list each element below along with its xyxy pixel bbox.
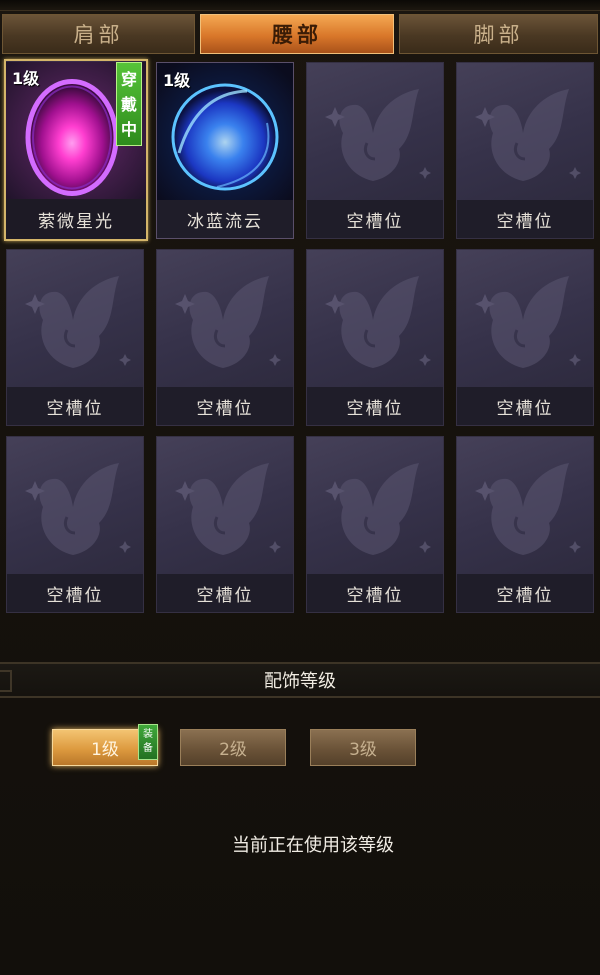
slot-label: 空槽位 [307, 387, 443, 425]
butterfly-placeholder-icon [175, 463, 281, 555]
butterfly-placeholder-icon [325, 276, 431, 368]
slot-label: 空槽位 [7, 574, 143, 612]
slot-label: 空槽位 [157, 387, 293, 425]
slot-empty[interactable]: 空槽位 [306, 436, 444, 613]
slot-empty[interactable]: 空槽位 [6, 436, 144, 613]
level-status-text: 当前正在使用该等级 [232, 835, 394, 856]
slot-empty[interactable]: 空槽位 [6, 249, 144, 426]
butterfly-placeholder-icon [325, 89, 431, 181]
butterfly-placeholder-icon [175, 276, 281, 368]
tab-bar: 肩部 腰部 脚部 [0, 14, 600, 56]
slot-empty[interactable]: 空槽位 [456, 62, 594, 239]
slot-label: 空槽位 [157, 574, 293, 612]
tab-shoulder[interactable]: 肩部 [2, 14, 195, 54]
slot-empty[interactable]: 空槽位 [456, 249, 594, 426]
slot-item-2[interactable]: 1级 冰蓝流云 [156, 62, 294, 239]
section-title: 配饰等级 [264, 671, 336, 692]
slot-empty[interactable]: 空槽位 [306, 62, 444, 239]
top-border [0, 0, 600, 11]
badge-char: 中 [120, 119, 137, 139]
slot-empty[interactable]: 空槽位 [156, 436, 294, 613]
equipped-tag: 装 备 [138, 724, 158, 760]
slot-label: 空槽位 [457, 387, 593, 425]
slot-label: 萦微星光 [6, 199, 146, 239]
slot-empty[interactable]: 空槽位 [456, 436, 594, 613]
level-2-button[interactable]: 2级 [180, 729, 286, 766]
slot-label: 空槽位 [7, 387, 143, 425]
butterfly-placeholder-icon [475, 89, 581, 181]
accessory-panel: 肩部 腰部 脚部 1级 穿 戴 中 萦微星光 1级 冰蓝流云 空槽位 空槽位 空… [0, 0, 600, 975]
badge-char: 穿 [120, 69, 137, 89]
equip-tag-char: 装 [143, 729, 153, 740]
badge-char: 戴 [120, 94, 137, 114]
slot-label: 空槽位 [457, 200, 593, 238]
butterfly-placeholder-icon [475, 463, 581, 555]
equip-tag-char: 备 [143, 743, 153, 754]
butterfly-placeholder-icon [475, 276, 581, 368]
slot-empty[interactable]: 空槽位 [306, 249, 444, 426]
butterfly-placeholder-icon [25, 276, 131, 368]
corner-ornament-icon [0, 670, 12, 692]
accessory-level-header: 配饰等级 [0, 662, 600, 698]
tab-foot[interactable]: 脚部 [399, 14, 598, 54]
tab-waist[interactable]: 腰部 [200, 14, 394, 54]
wearing-badge: 穿 戴 中 [116, 62, 142, 146]
butterfly-placeholder-icon [325, 463, 431, 555]
slot-empty[interactable]: 空槽位 [156, 249, 294, 426]
butterfly-placeholder-icon [25, 463, 131, 555]
slot-item-1[interactable]: 1级 穿 戴 中 萦微星光 [4, 59, 148, 241]
slot-label: 冰蓝流云 [157, 200, 293, 238]
slot-label: 空槽位 [457, 574, 593, 612]
item-level: 1级 [163, 71, 191, 90]
slot-label: 空槽位 [307, 574, 443, 612]
level-3-button[interactable]: 3级 [310, 729, 416, 766]
slot-label: 空槽位 [307, 200, 443, 238]
item-level: 1级 [12, 69, 40, 88]
